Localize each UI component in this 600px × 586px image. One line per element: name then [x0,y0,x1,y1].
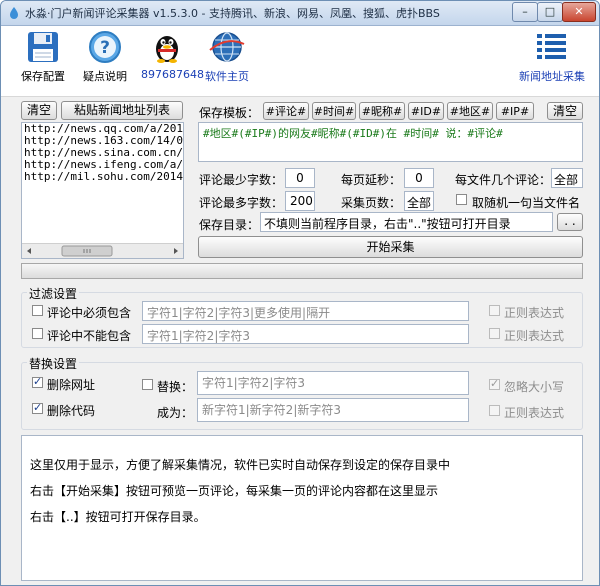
help-label: 疑点说明 [83,70,127,83]
tag-nickname-button[interactable]: #昵称# [359,102,405,120]
homepage-button[interactable]: 软件主页 [201,30,253,84]
url-item: http://mil.sohu.com/2014 [24,170,183,183]
toolbar: 保存配置 ? 疑点说明 897687648 软件主页 新闻地址采集 [1,26,599,97]
min-chars-label: 评论最少字数： [199,173,284,187]
template-clear-button[interactable]: 清空 [547,102,583,120]
not-contain-label: 评论中不能包含 [47,329,132,343]
save-dir-input[interactable]: 不填则当前程序目录，右击".."按钮可打开目录 [260,212,553,232]
qq-button[interactable]: 897687648 [141,30,204,81]
log-output[interactable]: 这里仅用于显示，方便了解采集情况，软件已实时自动保存到设定的保存目录中 右击【开… [21,435,583,581]
regex-label-1: 正则表达式 [504,306,565,320]
help-button[interactable]: ? 疑点说明 [81,30,129,84]
regex-label-2: 正则表达式 [504,329,565,343]
not-contain-checkbox[interactable] [32,328,43,339]
save-dir-label: 保存目录： [199,218,260,232]
paste-urls-button[interactable]: 粘贴新闻地址列表 [61,101,183,120]
max-chars-label: 评论最多字数： [199,196,284,210]
per-file-label: 每文件几个评论： [455,173,552,187]
template-label: 保存模板： [199,106,260,120]
floppy-disk-icon [28,32,58,62]
random-filename-checkbox[interactable] [456,194,467,205]
random-filename-label: 取随机一句当文件名 [472,196,581,210]
list-icon [537,34,566,59]
window-title: 水淼·门户新闻评论采集器 v1.5.3.0 - 支持腾讯、新浪、网易、凤凰、搜狐… [25,7,440,20]
replace-label: 替换： [157,380,194,394]
max-chars-input[interactable]: 200 [285,191,315,211]
start-collect-button[interactable]: 开始采集 [198,236,583,258]
not-contain-input[interactable]: 字符1|字符2|字符3 [142,324,469,344]
log-line: 右击【开始采集】按钮可预览一页评论，每采集一页的评论内容都在这里显示 [30,484,439,498]
browse-dir-button[interactable]: . . [557,213,583,231]
qq-penguin-icon [156,36,178,63]
regex-checkbox-1[interactable] [489,305,500,316]
tag-region-button[interactable]: #地区# [447,102,493,120]
ignore-case-label: 忽略大小写 [504,380,565,394]
globe-icon [209,32,245,62]
replace-to-input[interactable]: 新字符1|新字符2|新字符3 [197,398,469,422]
url-clear-button[interactable]: 清空 [21,101,57,120]
tag-id-button[interactable]: #ID# [408,102,444,120]
log-line: 右击【..】按钮可打开保存目录。 [30,510,206,524]
app-icon [10,7,18,19]
min-chars-input[interactable]: 0 [285,168,315,188]
delete-url-label: 删除网址 [47,378,96,392]
ignore-case-checkbox[interactable] [489,377,500,390]
tag-comment-button[interactable]: #评论# [263,102,309,120]
horizontal-scrollbar[interactable] [22,243,183,258]
question-icon: ? [89,31,121,63]
replace-input[interactable]: 字符1|字符2|字符3 [197,371,469,395]
must-contain-input[interactable]: 字符1|字符2|字符3|更多使用|隔开 [142,301,469,321]
pages-label: 采集页数： [341,196,402,210]
delete-url-checkbox[interactable] [32,375,43,388]
delete-code-checkbox[interactable] [32,401,43,414]
main-window: 水淼·门户新闻评论采集器 v1.5.3.0 - 支持腾讯、新浪、网易、凤凰、搜狐… [0,0,600,586]
save-config-button[interactable]: 保存配置 [19,30,67,84]
per-file-input[interactable]: 全部 [551,168,583,188]
delete-code-label: 删除代码 [47,404,96,418]
page-delay-input[interactable]: 0 [404,168,434,188]
must-contain-label: 评论中必须包含 [47,306,132,320]
regex-checkbox-2[interactable] [489,328,500,339]
replace-checkbox[interactable] [142,379,153,390]
news-address-button[interactable]: 新闻地址采集 [519,30,585,84]
progress-bar [21,263,583,279]
replace-group-title: 替换设置 [27,355,80,372]
news-address-label: 新闻地址采集 [519,70,585,83]
tag-ip-button[interactable]: #IP# [496,102,534,120]
scroll-arrows-icon [27,245,178,257]
save-config-label: 保存配置 [21,70,65,83]
homepage-label: 软件主页 [205,70,249,83]
pages-input[interactable]: 全部 [404,191,434,211]
maximize-button[interactable]: □ [537,2,563,22]
page-delay-label: 每页延秒： [341,173,402,187]
minimize-button[interactable]: – [512,2,538,22]
replace-to-label: 成为： [157,406,194,420]
log-line: 这里仅用于显示，方便了解采集情况，软件已实时自动保存到设定的保存目录中 [30,458,451,472]
close-button[interactable]: ✕ [562,2,596,22]
regex-label-3: 正则表达式 [504,406,565,420]
template-textarea[interactable]: #地区#(#IP#)的网友#昵称#(#ID#)在 #时间# 说：#评论# [198,122,583,162]
url-list[interactable]: http://news.qq.com/a/2017 http://news.16… [21,122,184,259]
title-bar: 水淼·门户新闻评论采集器 v1.5.3.0 - 支持腾讯、新浪、网易、凤凰、搜狐… [1,1,599,26]
must-contain-checkbox[interactable] [32,305,43,316]
svg-text:?: ? [100,38,110,58]
tag-time-button[interactable]: #时间# [312,102,356,120]
qq-number-label: 897687648 [141,68,204,81]
regex-checkbox-3[interactable] [489,405,500,416]
filter-group-title: 过滤设置 [27,285,80,302]
